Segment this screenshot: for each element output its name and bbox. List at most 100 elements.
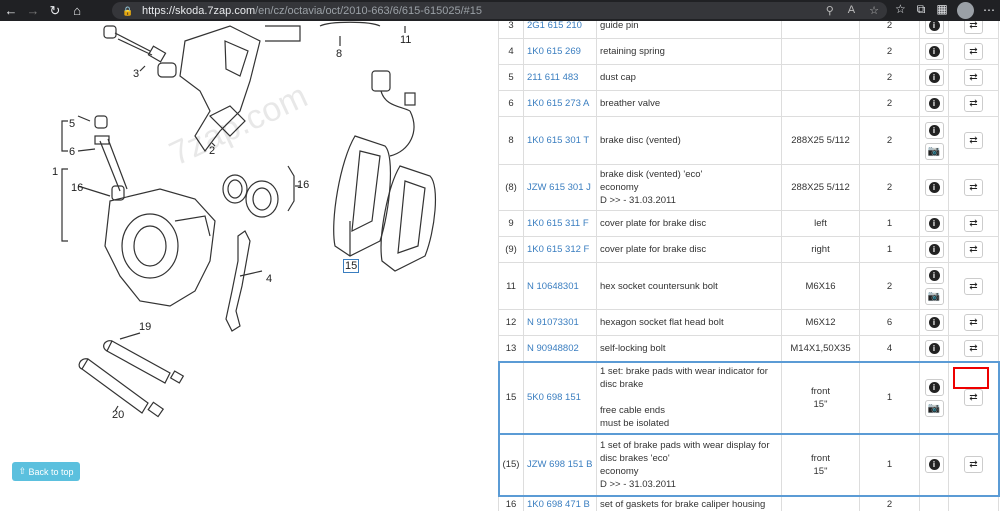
info-button[interactable]: i (924, 340, 944, 357)
part-number-link[interactable]: N 90948802 (523, 335, 597, 362)
url-text[interactable]: https://skoda.7zap.com/en/cz/octavia/oct… (142, 5, 482, 17)
table-row[interactable]: (15) JZW 698 151 B1 set of brake pads wit… (498, 432, 1000, 497)
callout-2[interactable]: 2 (209, 145, 215, 157)
callout-16-left[interactable]: 16 (71, 182, 83, 194)
replacement-button[interactable]: ⇄ (964, 95, 983, 112)
callout-16-right[interactable]: 16 (297, 179, 309, 191)
info-button[interactable]: i (924, 95, 944, 112)
table-row[interactable]: 12 N 91073301 hexagon socket flat head bol… (498, 309, 999, 336)
part-name-cell: dust cap (596, 64, 782, 91)
camera-icon: 📷 (927, 291, 941, 302)
replacement-button[interactable]: ⇄ (964, 277, 983, 295)
table-row[interactable]: 11 N 10648301 hex socket countersunk bolt M… (498, 262, 999, 310)
collections-icon[interactable]: ⧉ (917, 2, 926, 17)
position-cell: 3 (498, 21, 524, 39)
replacement-actions-cell: ⇄ (948, 164, 999, 211)
table-row[interactable]: (8) JZW 615 301 Jbrake disk (vented) 'eco… (498, 164, 999, 211)
replacement-button[interactable]: ⇄ (964, 132, 983, 149)
spec-cell (781, 90, 860, 117)
more-menu-icon[interactable]: ⋯ (983, 3, 995, 17)
table-row[interactable]: 16 1K0 698 471 Bset of gaskets for brake … (498, 495, 999, 511)
info-actions-cell: i (919, 64, 949, 91)
callout-6[interactable]: 6 (69, 146, 75, 158)
callout-5[interactable]: 5 (69, 118, 75, 130)
part-number-link[interactable]: JZW 698 151 B (523, 433, 597, 496)
callout-3[interactable]: 3 (133, 68, 139, 80)
info-button[interactable]: i (924, 21, 944, 34)
table-row[interactable]: 15 5K0 698 151 1 set: brake pads with wear… (498, 360, 1000, 435)
read-aloud-icon[interactable]: A (848, 4, 855, 17)
replacement-button[interactable]: ⇄ (964, 43, 983, 60)
table-row[interactable]: 9 1K0 615 311 Fcover plate for brake disc… (498, 210, 999, 237)
table-row[interactable]: 5 211 611 483 dust cap 2 i ⇄ (498, 64, 999, 91)
info-button[interactable]: i (924, 121, 944, 139)
info-button[interactable]: i (924, 241, 944, 258)
photo-button[interactable]: 📷 (924, 399, 944, 417)
info-button[interactable]: i (924, 456, 944, 473)
photo-button[interactable]: 📷 (924, 288, 944, 305)
position-cell: 6 (498, 90, 524, 117)
address-bar[interactable]: 🔒 https://skoda.7zap.com/en/cz/octavia/o… (112, 2, 887, 19)
info-button[interactable]: i (924, 378, 944, 396)
replacement-button[interactable]: ⇄ (964, 215, 983, 232)
info-button[interactable]: i (924, 215, 944, 232)
callout-15[interactable]: 15 (343, 259, 360, 273)
forward-arrow-icon[interactable]: → (22, 0, 44, 21)
info-button[interactable]: i (924, 43, 944, 60)
position-cell: 15 (498, 361, 524, 434)
zoom-icon[interactable]: ⚲ (826, 4, 834, 17)
back-to-top-button[interactable]: ⇧ Back to top (12, 462, 80, 481)
info-button[interactable]: i (924, 179, 944, 196)
callout-20[interactable]: 20 (112, 409, 124, 421)
part-number-link[interactable]: 5K0 698 151 (523, 361, 597, 434)
callout-11[interactable]: 11 (400, 34, 411, 46)
spec-cell: right (781, 236, 860, 263)
quantity-cell: 4 (859, 335, 920, 362)
extensions-icon[interactable]: ▦ (936, 2, 947, 17)
part-number-link[interactable]: 1K0 615 273 A (523, 90, 597, 117)
info-button[interactable]: i (924, 267, 944, 284)
replacement-button[interactable]: ⇄ (964, 69, 983, 86)
callout-4[interactable]: 4 (266, 273, 272, 285)
part-number-link[interactable]: 1K0 615 312 F (523, 236, 597, 263)
replacement-button[interactable]: ⇄ (964, 241, 983, 258)
reload-icon[interactable]: ↻ (44, 0, 66, 21)
part-number-link[interactable]: N 91073301 (523, 309, 597, 336)
callout-1[interactable]: 1 (52, 166, 58, 178)
replacement-button[interactable]: ⇄ (964, 179, 983, 196)
part-number-link[interactable]: 1K0 698 471 B (523, 495, 597, 511)
table-row[interactable]: 6 1K0 615 273 Abreather valve 2 i ⇄ (498, 90, 999, 117)
part-number-link[interactable]: 1K0 615 269 (523, 38, 597, 65)
favorites-icon[interactable]: ☆ (895, 2, 906, 17)
callout-8[interactable]: 8 (336, 48, 342, 60)
part-number-link[interactable]: 211 611 483 (523, 64, 597, 91)
photo-button[interactable]: 📷 (924, 142, 944, 160)
home-icon[interactable]: ⌂ (66, 0, 88, 21)
part-number-link[interactable]: 2G1 615 210 (523, 21, 597, 39)
replacement-button[interactable]: ⇄ (964, 21, 983, 34)
table-row[interactable]: 3 2G1 615 210 guide pin 2 i ⇄ (498, 21, 999, 39)
info-button[interactable]: i (924, 69, 944, 86)
info-actions-cell: i 📷 (919, 116, 949, 165)
back-arrow-icon[interactable]: ← (0, 0, 22, 21)
part-number-link[interactable]: 1K0 615 311 F (523, 210, 597, 237)
replacement-button[interactable]: ⇄ (964, 340, 983, 357)
replacement-button[interactable]: ⇄ (964, 456, 983, 473)
part-number-link[interactable]: 1K0 615 301 T (523, 116, 597, 165)
replacement-button[interactable]: ⇄ (964, 314, 983, 331)
callout-19[interactable]: 19 (139, 321, 151, 333)
part-number-link[interactable]: N 10648301 (523, 262, 597, 310)
position-cell: 11 (498, 262, 524, 310)
spec-cell (781, 64, 860, 91)
part-name-cell: hex socket countersunk bolt (596, 262, 782, 310)
profile-avatar[interactable] (957, 2, 974, 19)
info-button[interactable]: i (924, 314, 944, 331)
table-row[interactable]: 13 N 90948802 self-locking bolt M14X1,50X35… (498, 335, 999, 362)
favorite-add-icon[interactable]: ☆ (869, 4, 879, 17)
table-row[interactable]: (9) 1K0 615 312 Fcover plate for brake di… (498, 236, 999, 263)
table-row[interactable]: 8 1K0 615 301 Tbrake disc (vented) 288X25 … (498, 116, 999, 165)
table-row[interactable]: 4 1K0 615 269 retaining spring 2 i ⇄ (498, 38, 999, 65)
replacement-button[interactable]: ⇄ (964, 389, 983, 406)
part-number-link[interactable]: JZW 615 301 J (523, 164, 597, 211)
part-name-cell: self-locking bolt (596, 335, 782, 362)
